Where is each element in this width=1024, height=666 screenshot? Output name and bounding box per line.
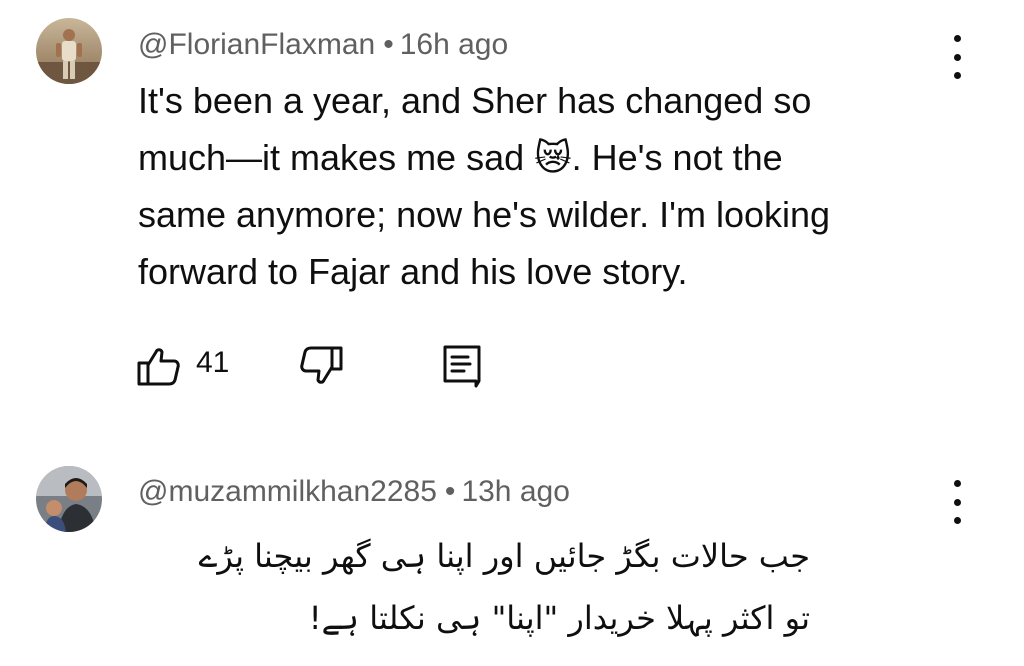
- avatar-image: [36, 466, 102, 532]
- comment-text: جب حالات بگڑ جائیں اور اپنا ہی گھر بیچنا…: [110, 525, 810, 649]
- comment-text-line: جب حالات بگڑ جائیں اور اپنا ہی گھر بیچنا…: [198, 537, 810, 575]
- more-vertical-icon-dot: [953, 498, 961, 506]
- comment-thread-2: @muzammilkhan2285 • 13h ago جب حالات بگڑ ج…: [0, 0, 1024, 666]
- comment-author[interactable]: @muzammilkhan2285: [138, 475, 437, 508]
- comment-text-line: تو اکثر پہلا خریدار "اپنا" ہی نکلتا ہے!: [308, 599, 810, 637]
- more-vertical-icon-dot: [953, 517, 961, 524]
- avatar[interactable]: [36, 466, 102, 532]
- comment-timestamp[interactable]: 13h ago: [461, 475, 569, 508]
- more-vertical-icon: [953, 480, 961, 487]
- comment-meta: @muzammilkhan2285 • 13h ago: [138, 477, 570, 507]
- more-options-button[interactable]: [942, 480, 972, 524]
- meta-separator: •: [444, 475, 456, 508]
